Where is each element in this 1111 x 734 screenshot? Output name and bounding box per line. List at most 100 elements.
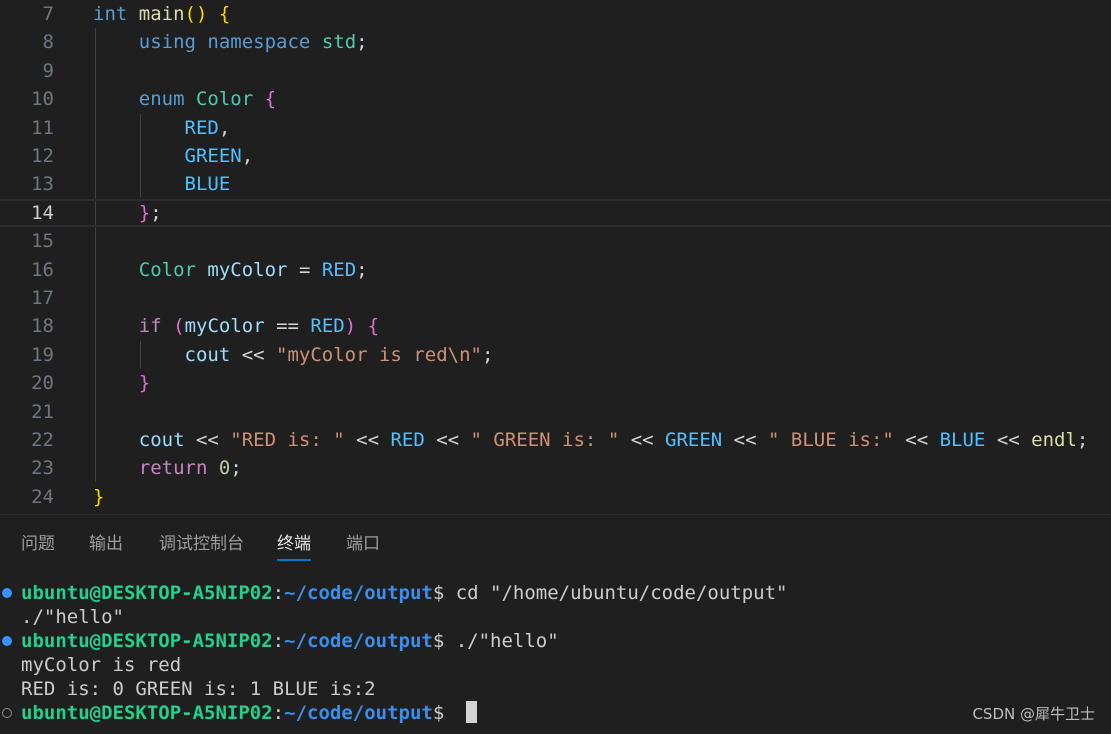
line-number: 19 <box>31 343 54 366</box>
prompt-separator: : <box>272 702 285 724</box>
code-line[interactable]: 15 <box>0 227 1111 255</box>
code-text: int main() { <box>93 0 230 28</box>
code-text: BLUE <box>93 170 231 198</box>
code-token: } <box>93 485 105 508</box>
code-text: } <box>93 483 104 511</box>
code-token: << <box>722 429 768 451</box>
terminal-line: ubuntu@DESKTOP-A5NIP02:~/code/output$ cd… <box>0 581 1111 605</box>
code-text: }; <box>93 199 162 227</box>
code-line[interactable]: 19 cout << "myColor is red\n"; <box>0 341 1111 369</box>
line-number: 22 <box>31 429 54 451</box>
code-line[interactable]: 11 RED, <box>0 114 1111 142</box>
code-line[interactable]: 21 <box>0 398 1111 426</box>
command-decoration-icon[interactable] <box>2 588 12 598</box>
code-line[interactable]: 13 BLUE <box>0 170 1111 198</box>
code-token: cout <box>138 429 185 451</box>
terminal-text: ubuntu@DESKTOP-A5NIP02:~/code/output$ cd… <box>21 581 787 605</box>
terminal-line: ubuntu@DESKTOP-A5NIP02:~/code/output$ ./… <box>0 629 1111 653</box>
code-token: " BLUE is:" <box>768 429 894 451</box>
terminal-text: ./"hello" <box>21 606 124 628</box>
code-token: RED <box>321 258 357 281</box>
line-number: 24 <box>31 485 54 508</box>
code-token: << <box>230 343 277 366</box>
code-text: RED, <box>93 114 231 142</box>
line-number: 16 <box>31 258 54 281</box>
terminal-command <box>444 702 455 724</box>
terminal-cursor[interactable] <box>465 701 477 723</box>
line-number: 15 <box>31 230 54 253</box>
code-text: } <box>93 369 150 397</box>
panel-tab[interactable]: 端口 <box>346 529 380 559</box>
code-text: Color myColor = RED; <box>93 256 368 284</box>
panel-tab[interactable]: 输出 <box>89 529 123 559</box>
code-editor[interactable]: 7 int main() {8 using namespace std; 9 10 e… <box>0 0 1111 514</box>
command-decoration-icon[interactable] <box>2 636 12 646</box>
code-token: } <box>138 372 151 395</box>
code-token: RED <box>184 116 219 139</box>
code-token: ( <box>173 315 185 338</box>
code-text: cout << "RED is: " << RED << " GREEN is:… <box>93 426 1089 454</box>
code-token: myColor <box>184 315 265 338</box>
code-line[interactable]: 17 <box>0 284 1111 312</box>
code-token: = <box>287 258 322 281</box>
code-line[interactable]: 7 int main() { <box>0 0 1111 28</box>
prompt-path: ~/code/output <box>284 582 433 604</box>
code-token: { <box>218 3 231 25</box>
code-line[interactable]: 16 Color myColor = RED; <box>0 256 1111 284</box>
code-line[interactable]: 22 cout << "RED is: " << RED << " GREEN … <box>0 426 1111 454</box>
terminal-text: ubuntu@DESKTOP-A5NIP02:~/code/output$ ./… <box>21 629 559 653</box>
code-token: GREEN <box>665 429 723 451</box>
bottom-panel: 问题 输出 调试控制台 终端 端口 ubuntu@DESKTOP-A5NIP02:~/c… <box>0 514 1111 734</box>
code-line[interactable]: 9 <box>0 57 1111 85</box>
terminal-command: cd "/home/ubuntu/code/output" <box>444 582 788 604</box>
code-line[interactable]: 12 GREEN, <box>0 142 1111 170</box>
line-number: 8 <box>42 31 54 54</box>
code-token: BLUE <box>184 173 231 196</box>
terminal-line: RED is: 0 GREEN is: 1 BLUE is:2 <box>0 677 1111 701</box>
panel-tab[interactable]: 调试控制台 <box>159 529 244 559</box>
code-token: << <box>985 429 1032 451</box>
command-decoration-icon[interactable] <box>2 708 12 718</box>
code-token: << <box>424 429 471 451</box>
code-token: ; <box>356 31 368 54</box>
code-token: } <box>138 201 151 224</box>
code-token: "myColor is red\n" <box>276 343 482 366</box>
panel-tab[interactable]: 终端 <box>277 529 311 561</box>
prompt-user-host: ubuntu@DESKTOP-A5NIP02 <box>21 630 273 652</box>
code-token: 0 <box>218 457 231 480</box>
terminal-line: myColor is red <box>0 653 1111 677</box>
code-line[interactable]: 23 return 0; <box>0 454 1111 482</box>
code-token: RED <box>310 315 345 338</box>
code-line[interactable]: 14 }; <box>0 199 1111 227</box>
code-token: BLUE <box>939 429 986 451</box>
code-line[interactable]: 8 using namespace std; <box>0 28 1111 56</box>
code-token: ; <box>356 258 368 281</box>
code-line[interactable]: 18 if (myColor == RED) { <box>0 312 1111 340</box>
code-line[interactable]: 10 enum Color { <box>0 85 1111 113</box>
line-number: 7 <box>42 3 54 25</box>
panel-tab[interactable]: 问题 <box>21 529 55 559</box>
terminal-command: ./"hello" <box>444 630 559 652</box>
code-line[interactable]: 20 } <box>0 369 1111 397</box>
code-token: enum <box>138 88 185 111</box>
line-number: 20 <box>31 372 54 395</box>
code-token: () <box>184 3 208 25</box>
code-token: , <box>241 145 254 167</box>
code-token: " GREEN is: " <box>470 429 620 451</box>
prompt-path: ~/code/output <box>284 702 433 724</box>
code-text: cout << "myColor is red\n"; <box>93 341 494 369</box>
code-token: "RED is: " <box>230 429 345 451</box>
code-line[interactable]: 24} <box>0 483 1111 511</box>
code-token: namespace <box>207 31 311 54</box>
